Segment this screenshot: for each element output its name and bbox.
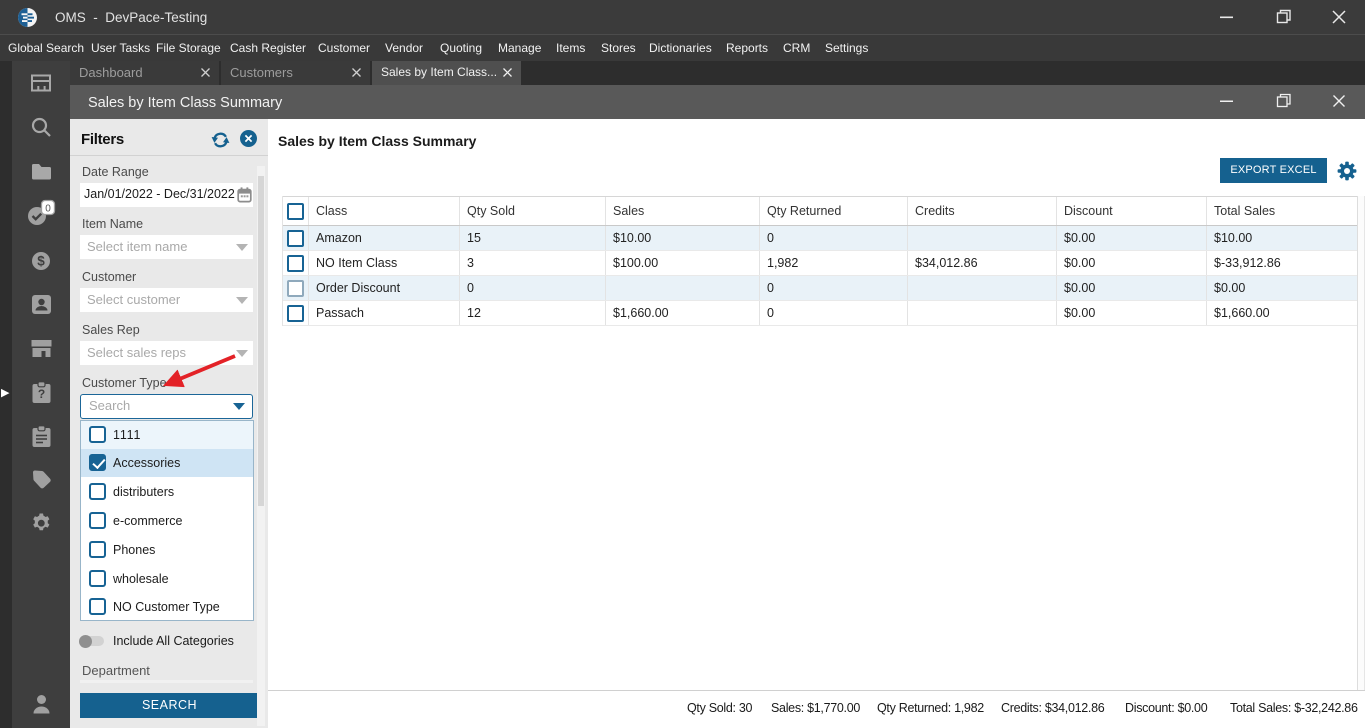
svg-text:0: 0 <box>45 204 51 215</box>
svg-text:?: ? <box>38 387 45 401</box>
svg-text:$: $ <box>37 254 45 269</box>
